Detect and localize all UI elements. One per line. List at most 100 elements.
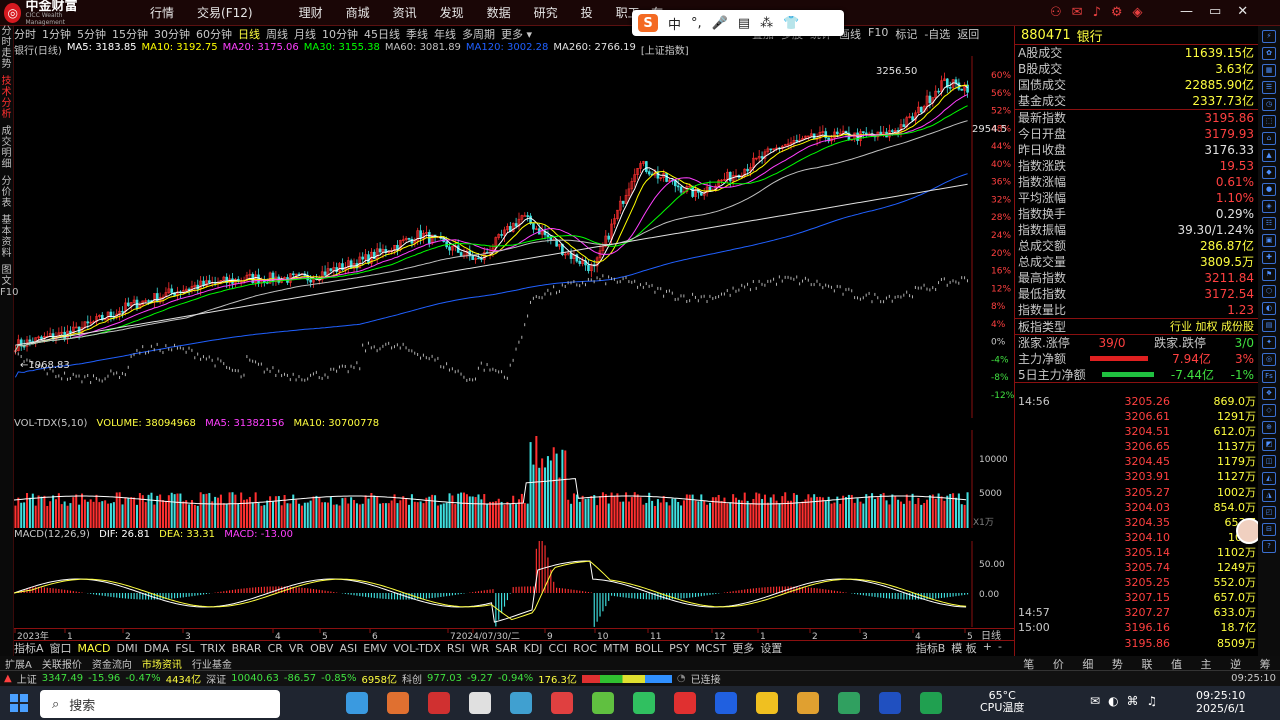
menu-item[interactable]: 商城 <box>346 4 370 21</box>
bottom-tab[interactable]: 扩展A <box>5 656 32 671</box>
indicator-tab[interactable]: TRIX <box>200 642 225 655</box>
period-tab[interactable]: 分时 <box>14 26 36 42</box>
taskbar-search[interactable]: ⌕ 搜索 <box>40 690 280 718</box>
ime-item[interactable]: 中 <box>668 14 681 33</box>
taskbar-app-icon[interactable] <box>920 692 942 714</box>
menu-item[interactable]: 发现 <box>440 4 464 21</box>
sidebar-tool-icon[interactable]: ◭ <box>1262 472 1276 485</box>
chart-tool[interactable]: F10 <box>868 26 888 42</box>
sidebar-tool-icon[interactable]: ⊕ <box>1262 421 1276 434</box>
mail-icon[interactable]: ✉ <box>1090 694 1100 708</box>
taskbar-app-icon[interactable] <box>797 692 819 714</box>
bottom-tab[interactable]: 资金流向 <box>92 656 132 671</box>
right-tab[interactable]: 笔 <box>1023 656 1034 671</box>
sidebar-tool-icon[interactable]: ◷ <box>1262 98 1276 111</box>
right-tab[interactable]: 联 <box>1141 656 1152 671</box>
sidebar-tool-icon[interactable]: ✦ <box>1262 336 1276 349</box>
indicator-tab[interactable]: 更多 <box>732 640 754 656</box>
left-tab[interactable]: 图文F10 <box>0 265 18 298</box>
indicator-tab[interactable]: SAR <box>495 642 517 655</box>
right-tab[interactable]: 势 <box>1112 656 1123 671</box>
clock[interactable]: 09:25:10 2025/6/1 <box>1196 689 1245 715</box>
user-icon[interactable]: ⚇ <box>1050 5 1062 20</box>
menu-item[interactable]: 投 <box>581 4 593 21</box>
network-icon[interactable]: ⌘ <box>1127 694 1139 708</box>
menu-item[interactable]: 数据 <box>487 4 511 21</box>
cube-icon[interactable]: ◈ <box>1133 5 1143 20</box>
sidebar-tool-icon[interactable]: ◈ <box>1262 200 1276 213</box>
period-tab[interactable]: 季线 <box>406 26 428 42</box>
maximize-icon[interactable]: ▭ <box>1209 4 1221 19</box>
indicator-tab[interactable]: WR <box>471 642 490 655</box>
sidebar-tool-icon[interactable]: ? <box>1262 540 1276 553</box>
period-tab[interactable]: 年线 <box>434 26 456 42</box>
period-tab[interactable]: 日线 <box>238 26 260 42</box>
menu-item[interactable]: 交易(F12) <box>197 4 253 21</box>
period-tab[interactable]: 1分钟 <box>42 26 71 42</box>
period-tab[interactable]: 30分钟 <box>154 26 190 42</box>
right-tab[interactable]: 逆 <box>1230 656 1241 671</box>
menu-item[interactable]: 理财 <box>299 4 323 21</box>
bottom-tab[interactable]: 行业基金 <box>192 656 232 671</box>
sidebar-tool-icon[interactable]: ▲ <box>1262 149 1276 162</box>
period-tab[interactable]: 10分钟 <box>322 26 358 42</box>
volume-icon[interactable]: ♫ <box>1147 694 1158 708</box>
indicator-right-item[interactable]: 模 板 <box>951 640 977 656</box>
minimize-icon[interactable]: — <box>1180 4 1193 19</box>
sidebar-tool-icon[interactable]: ▣ <box>1262 234 1276 247</box>
sidebar-tool-icon[interactable]: Fs <box>1262 370 1276 383</box>
close-icon[interactable]: ✕ <box>1237 4 1248 19</box>
bottom-tab[interactable]: 市场资讯 <box>142 656 182 671</box>
right-tab[interactable]: 筹 <box>1260 656 1271 671</box>
indicator-tab[interactable]: KDJ <box>524 642 543 655</box>
sidebar-tool-icon[interactable]: ◮ <box>1262 489 1276 502</box>
indicator-tab[interactable]: FSL <box>175 642 194 655</box>
news-ticker[interactable] <box>581 674 672 683</box>
sidebar-tool-icon[interactable]: ✚ <box>1262 251 1276 264</box>
sidebar-tool-icon[interactable]: ✿ <box>1262 47 1276 60</box>
indicator-tab[interactable]: RSI <box>447 642 465 655</box>
indicator-tab[interactable]: 指标A <box>14 640 44 656</box>
indicator-tab[interactable]: EMV <box>363 642 387 655</box>
sidebar-tool-icon[interactable]: ▦ <box>1262 64 1276 77</box>
indicator-tab[interactable]: MTM <box>603 642 629 655</box>
sidebar-tool-icon[interactable]: ⌂ <box>1262 132 1276 145</box>
bell-icon[interactable]: ♪ <box>1093 5 1101 20</box>
type-values[interactable]: 行业 加权 成份股 <box>1170 319 1254 334</box>
taskbar-app-icon[interactable] <box>510 692 532 714</box>
gear-icon[interactable]: ⚙ <box>1111 5 1123 20</box>
right-tab[interactable]: 细 <box>1082 656 1093 671</box>
ime-item[interactable]: 🎤 <box>712 16 728 31</box>
indicator-tab[interactable]: VR <box>289 642 304 655</box>
tick-list[interactable]: 14:56 3205.26 869.0万 3206.61 1291万 3204.51 612… <box>1016 394 1256 651</box>
sidebar-tool-icon[interactable]: ☷ <box>1262 217 1276 230</box>
sidebar-tool-icon[interactable]: ◐ <box>1262 302 1276 315</box>
sidebar-tool-icon[interactable]: ⚑ <box>1262 268 1276 281</box>
taskbar-app-icon[interactable] <box>387 692 409 714</box>
sidebar-tool-icon[interactable]: ◆ <box>1262 166 1276 179</box>
chart-tool[interactable]: 返回 <box>957 26 979 42</box>
indicator-tab[interactable]: 设置 <box>760 640 782 656</box>
right-tab[interactable]: 价 <box>1053 656 1064 671</box>
indicator-tab[interactable]: OBV <box>310 642 333 655</box>
taskbar-app-icon[interactable] <box>346 692 368 714</box>
indicator-tab[interactable]: DMA <box>144 642 170 655</box>
left-tab[interactable]: 分时走势 <box>0 26 13 70</box>
sidebar-tool-icon[interactable]: ⬡ <box>1262 285 1276 298</box>
msg-icon[interactable]: ✉ <box>1072 5 1083 20</box>
sidebar-tool-icon[interactable]: ⊟ <box>1262 523 1276 536</box>
indicator-tab[interactable]: PSY <box>669 642 689 655</box>
taskbar-app-icon[interactable] <box>879 692 901 714</box>
taskbar-app-icon[interactable] <box>633 692 655 714</box>
left-tab[interactable]: 技术分析 <box>0 76 13 120</box>
chart-tool[interactable]: -自选 <box>924 26 950 42</box>
ime-item[interactable]: 👕 <box>783 16 799 31</box>
indicator-tab[interactable]: CCI <box>549 642 568 655</box>
taskbar-app-icon[interactable] <box>428 692 450 714</box>
sidebar-tool-icon[interactable]: ◩ <box>1262 438 1276 451</box>
sidebar-tool-icon[interactable]: ⚡ <box>1262 30 1276 43</box>
ime-item[interactable]: ▤ <box>738 16 750 31</box>
sidebar-tool-icon[interactable]: ⬚ <box>1262 115 1276 128</box>
period-tab[interactable]: 月线 <box>294 26 316 42</box>
indicator-tab[interactable]: BRAR <box>232 642 262 655</box>
